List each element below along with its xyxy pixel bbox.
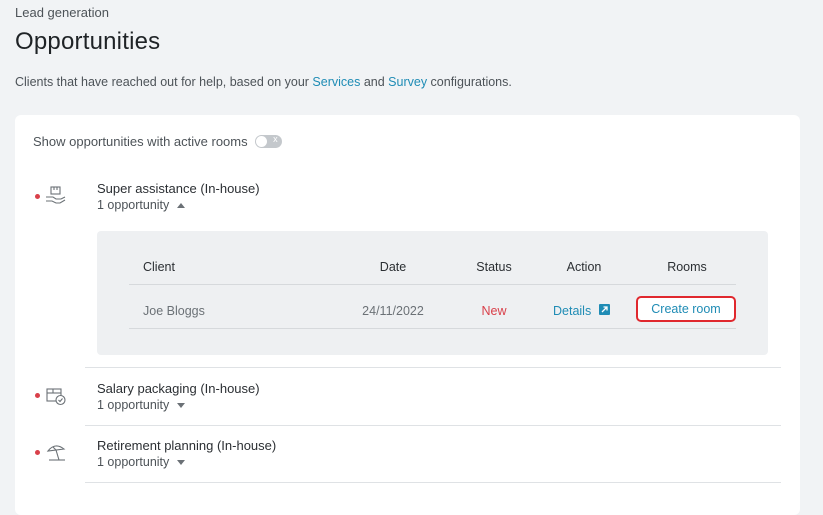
toggle-off-glyph: x [273, 134, 278, 144]
subtitle-text-pre: Clients that have reached out for help, … [15, 75, 313, 89]
column-header-action: Action [566, 260, 602, 274]
service-divider [85, 367, 781, 368]
service-divider [85, 425, 781, 426]
details-link[interactable]: Details [553, 303, 623, 318]
hand-box-icon [45, 186, 67, 206]
service-name: Super assistance (In-house) [97, 181, 260, 196]
toggle-knob [255, 136, 267, 147]
chevron-down-icon [177, 459, 186, 465]
chevron-up-icon [177, 202, 186, 208]
service-opportunity-toggle[interactable]: 1 opportunity [97, 198, 186, 212]
page-header: Lead generation Opportunities Clients th… [15, 5, 805, 89]
service-name: Retirement planning (In-house) [97, 438, 277, 453]
table-header-divider [129, 284, 736, 285]
opportunity-date: 24/11/2022 [362, 304, 424, 318]
box-check-icon [45, 386, 67, 406]
active-rooms-toggle[interactable]: x [254, 134, 282, 148]
service-divider [85, 482, 781, 483]
service-name: Salary packaging (In-house) [97, 381, 260, 396]
unread-indicator [35, 393, 40, 398]
opportunities-card: Show opportunities with active rooms x S… [15, 115, 800, 515]
opportunity-count: 1 opportunity [97, 455, 170, 469]
active-rooms-toggle-label: Show opportunities with active rooms [33, 134, 248, 149]
table-row-divider [129, 328, 736, 329]
page-title: Opportunities [15, 28, 161, 55]
column-header-rooms: Rooms [667, 260, 707, 274]
service-opportunity-toggle[interactable]: 1 opportunity [97, 455, 186, 469]
unread-indicator [35, 450, 40, 455]
create-room-button[interactable]: Create room [636, 296, 736, 322]
opportunities-panel: Client Date Status Action Rooms Joe Blog… [97, 231, 768, 355]
services-link[interactable]: Services [312, 75, 360, 89]
page-subtitle: Clients that have reached out for help, … [15, 75, 805, 89]
unread-indicator [35, 194, 40, 199]
opportunity-count: 1 opportunity [97, 198, 170, 212]
status-badge: New [481, 304, 507, 318]
opportunity-count: 1 opportunity [97, 398, 170, 412]
client-name: Joe Bloggs [143, 304, 205, 318]
subtitle-text-post: configurations. [427, 75, 512, 89]
survey-link[interactable]: Survey [388, 75, 427, 89]
external-link-icon [599, 303, 611, 315]
column-header-status: Status [476, 260, 512, 274]
column-header-date: Date [379, 260, 407, 274]
details-label: Details [553, 304, 592, 318]
active-rooms-filter: Show opportunities with active rooms x [33, 134, 282, 149]
beach-umbrella-icon [45, 443, 67, 463]
subtitle-text-mid: and [360, 75, 389, 89]
breadcrumb: Lead generation [15, 5, 109, 20]
column-header-client: Client [143, 260, 175, 274]
service-opportunity-toggle[interactable]: 1 opportunity [97, 398, 186, 412]
chevron-down-icon [177, 402, 186, 408]
